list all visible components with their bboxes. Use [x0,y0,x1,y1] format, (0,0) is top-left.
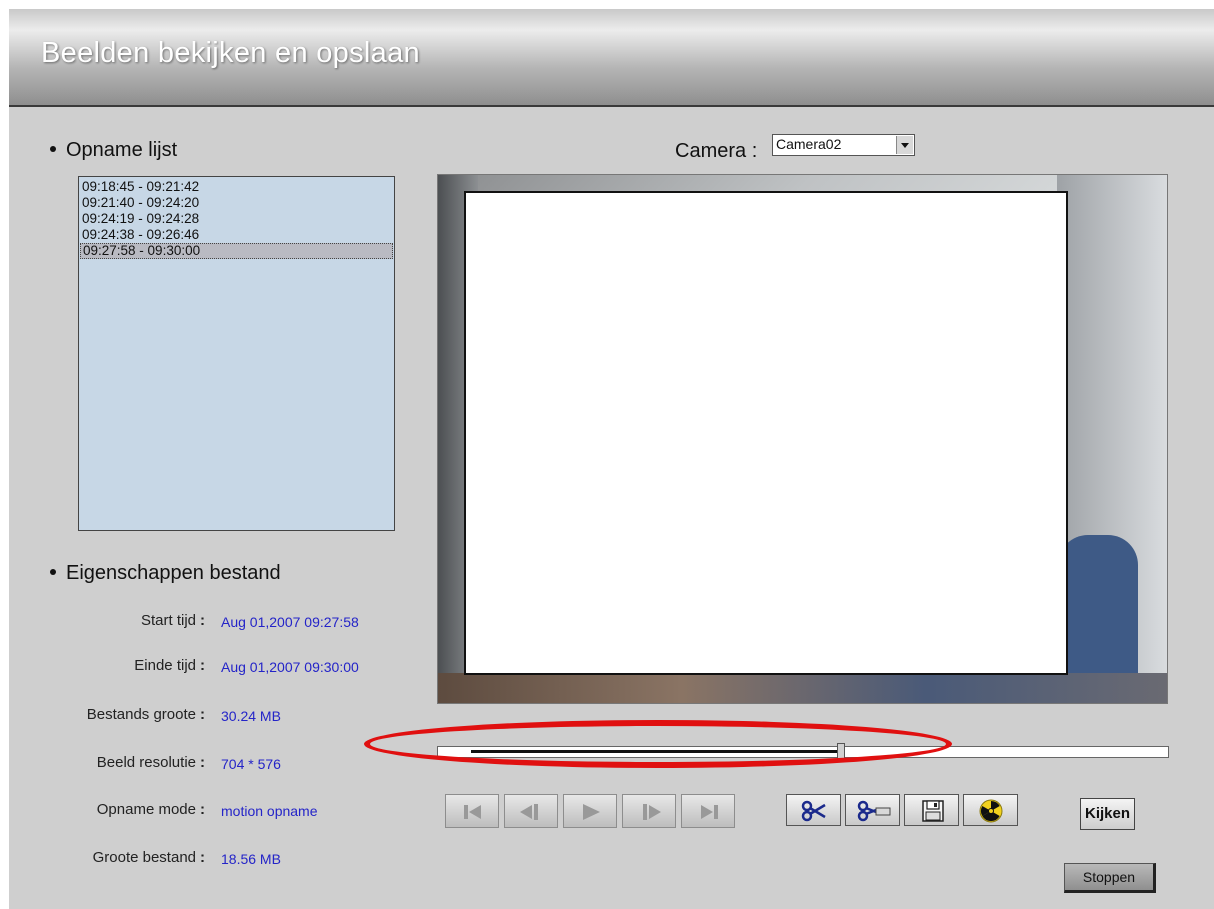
page-title: Beelden bekijken en opslaan [41,37,420,69]
recording-mode-value: motion opname [221,803,318,819]
stop-button[interactable]: Stoppen [1064,863,1156,893]
start-time-value: Aug 01,2007 09:27:58 [221,614,359,630]
video-floor [438,673,1167,703]
start-time-label: Start tijd: [140,612,205,629]
video-overlay-box [464,191,1068,675]
highlight-ellipse [364,720,952,768]
play-button[interactable] [563,794,617,828]
list-item[interactable]: 09:24:19 - 09:24:28 [80,211,393,227]
step-back-icon [520,804,538,820]
skip-to-end-icon [701,805,718,819]
radiation-icon [979,799,1003,823]
size-value: 18.56 MB [221,851,281,867]
skip-to-start-button[interactable] [445,794,499,828]
app-window: Beelden bekijken en opslaan Opname lijst… [9,9,1214,909]
play-icon [583,804,600,820]
recordings-title-text: Opname lijst [66,139,178,161]
scissors-icon [801,800,826,822]
header-bar: Beelden bekijken en opslaan [9,9,1214,107]
recording-list[interactable]: 09:18:45 - 09:21:42 09:21:40 - 09:24:20 … [78,176,395,531]
camera-select-value: Camera02 [776,136,842,152]
step-forward-icon [643,804,661,820]
end-time-value: Aug 01,2007 09:30:00 [221,659,359,675]
file-size-value: 30.24 MB [221,708,281,724]
recording-mode-label: Opname mode: [96,801,205,818]
bullet-icon [50,145,56,152]
step-forward-button[interactable] [622,794,676,828]
properties-title-text: Eigenschappen bestand [66,562,281,584]
resolution-value: 704 * 576 [221,756,281,772]
cut-button[interactable] [786,794,841,826]
end-time-label: Einde tijd: [134,657,205,674]
list-item-selected[interactable]: 09:27:58 - 09:30:00 [80,243,393,259]
list-item[interactable]: 09:21:40 - 09:24:20 [80,195,393,211]
size-label: Groote bestand: [92,849,205,866]
recordings-section-title: Opname lijst [50,139,177,162]
bullet-icon [50,568,56,575]
list-item[interactable]: 09:18:45 - 09:21:42 [80,179,393,195]
radiation-button[interactable] [963,794,1018,826]
chevron-down-icon[interactable] [896,136,913,154]
save-button[interactable] [904,794,959,826]
properties-section-title: Eigenschappen bestand [50,562,281,585]
list-item[interactable]: 09:24:38 - 09:26:46 [80,227,393,243]
cut-clip-icon [857,800,891,822]
skip-to-start-icon [464,805,481,819]
camera-select[interactable]: Camera02 [772,134,915,156]
cut-clip-button[interactable] [845,794,900,826]
floppy-disk-icon [922,800,944,822]
file-size-label: Bestands groote: [86,706,205,723]
skip-to-end-button[interactable] [681,794,735,828]
watch-button[interactable]: Kijken [1080,798,1135,830]
step-back-button[interactable] [504,794,558,828]
resolution-label: Beeld resolutie: [96,754,205,771]
camera-label: Camera : [675,140,758,162]
